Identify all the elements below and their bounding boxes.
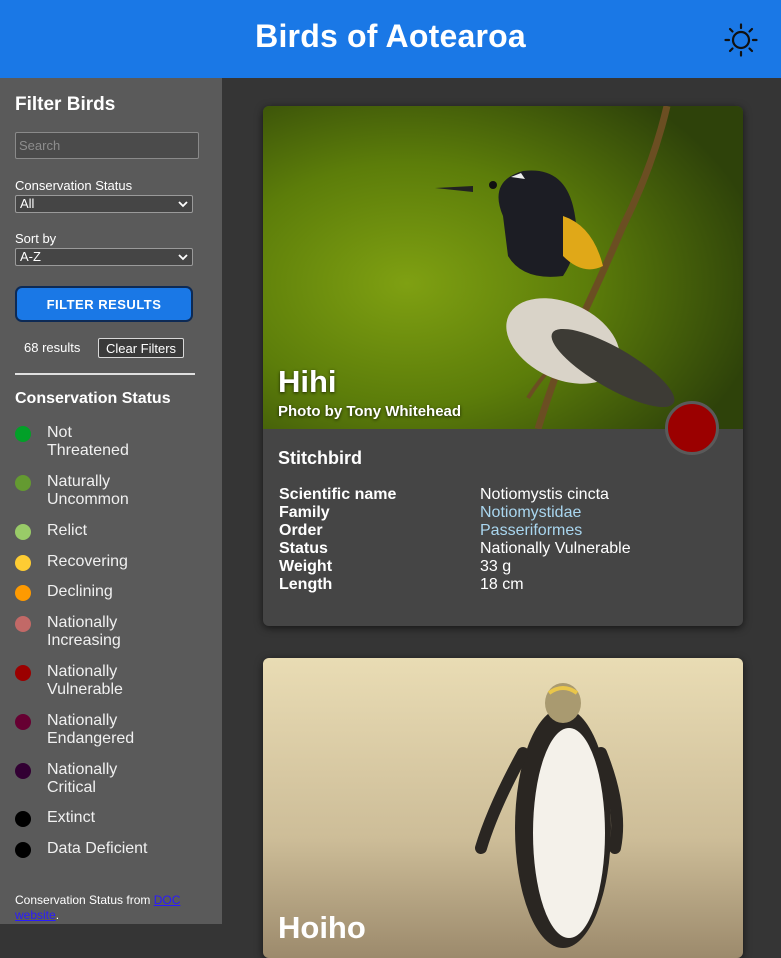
status-dot xyxy=(15,842,31,858)
sort-by-value: A-Z xyxy=(20,249,41,264)
conservation-status-value: All xyxy=(20,196,35,211)
fact-row: Scientific name Notiomystis cincta xyxy=(278,486,728,504)
legend-item-not-threatened: Not Threatened xyxy=(15,424,215,464)
status-dot xyxy=(15,585,31,601)
status-dot xyxy=(15,426,31,442)
family-link[interactable]: Notiomystidae xyxy=(480,504,581,522)
bird-card: Hihi Photo by Tony Whitehead Stitchbird … xyxy=(263,106,743,626)
legend-label: Not Threatened xyxy=(47,424,129,459)
chevron-down-icon xyxy=(178,201,188,208)
conservation-status-select[interactable]: All xyxy=(15,195,193,213)
status-dot xyxy=(15,714,31,730)
legend-label: Nationally Vulnerable xyxy=(47,663,123,698)
status-dot xyxy=(15,811,31,827)
fact-label: Status xyxy=(279,540,328,557)
search-input[interactable] xyxy=(15,132,199,159)
legend-label: Relict xyxy=(47,522,88,539)
legend-title: Conservation Status xyxy=(15,390,171,407)
status-dot xyxy=(15,524,31,540)
fact-row: Length 18 cm xyxy=(278,576,728,594)
legend-label: Data Deficient xyxy=(47,840,148,857)
fact-label: Length xyxy=(279,576,333,593)
legend-label: Extinct xyxy=(47,809,96,826)
bird-card: Hoiho xyxy=(263,658,743,958)
status-badge xyxy=(665,401,719,455)
conservation-source-note: Conservation Status from DOC website. xyxy=(15,893,210,923)
sun-icon xyxy=(724,23,758,57)
fact-label: Scientific name xyxy=(279,486,397,503)
app-title: Birds of Aotearoa xyxy=(255,18,526,54)
status-dot xyxy=(15,616,31,632)
fact-value: Notiomystis cincta xyxy=(480,486,609,503)
status-dot xyxy=(15,475,31,491)
fact-value: Nationally Vulnerable xyxy=(480,540,631,557)
fact-value: 18 cm xyxy=(480,576,524,593)
bird-primary-name: Hoiho xyxy=(278,910,366,945)
legend-label: Nationally Endangered xyxy=(47,712,135,747)
status-dot xyxy=(15,763,31,779)
legend-item-nationally-critical: Nationally Critical xyxy=(15,761,215,801)
fact-row: Family Notiomystidae xyxy=(278,504,728,522)
bird-primary-name: Hihi xyxy=(278,364,337,399)
status-dot xyxy=(15,665,31,681)
legend-label: Naturally Uncommon xyxy=(47,473,129,508)
legend-item-naturally-uncommon: Naturally Uncommon xyxy=(15,473,215,513)
legend-label: Nationally Increasing xyxy=(47,614,121,649)
results-count: 68 results xyxy=(24,340,81,355)
app-header: Birds of Aotearoa xyxy=(0,0,781,78)
legend-item-nationally-endangered: Nationally Endangered xyxy=(15,712,215,752)
source-note-suffix: . xyxy=(55,908,60,922)
sort-by-label: Sort by xyxy=(15,231,57,246)
fact-row: Order Passeriformes xyxy=(278,522,728,540)
legend-label: Recovering xyxy=(47,553,128,570)
chevron-down-icon xyxy=(178,254,188,261)
photo-credit: Photo by Tony Whitehead xyxy=(278,403,462,420)
legend-label: Declining xyxy=(47,583,113,600)
fact-label: Order xyxy=(279,522,323,539)
sort-by-select[interactable]: A-Z xyxy=(15,248,193,266)
sidebar-heading: Filter Birds xyxy=(15,94,116,115)
legend-label: Nationally Critical xyxy=(47,761,118,796)
fact-row: Weight 33 g xyxy=(278,558,728,576)
source-note-text: Conservation Status from xyxy=(15,893,154,907)
clear-filters-button[interactable]: Clear Filters xyxy=(98,338,184,358)
filter-results-button[interactable]: FILTER RESULTS xyxy=(15,286,193,322)
bird-english-name: Stitchbird xyxy=(278,448,362,468)
filter-sidebar: Filter Birds Conservation Status All Sor… xyxy=(0,78,222,924)
theme-toggle-button[interactable] xyxy=(722,21,760,59)
legend-item-data-deficient: Data Deficient xyxy=(15,840,215,880)
fact-row: Status Nationally Vulnerable xyxy=(278,540,728,558)
bird-facts: Scientific name Notiomystis cincta Famil… xyxy=(278,486,728,594)
status-dot xyxy=(15,555,31,571)
fact-label: Weight xyxy=(279,558,333,575)
fact-label: Family xyxy=(279,504,330,521)
order-link[interactable]: Passeriformes xyxy=(480,522,582,540)
legend-item-nationally-increasing: Nationally Increasing xyxy=(15,614,215,654)
conservation-status-label: Conservation Status xyxy=(15,178,133,193)
fact-value: 33 g xyxy=(480,558,512,575)
legend-item-nationally-vulnerable: Nationally Vulnerable xyxy=(15,663,215,703)
sidebar-divider xyxy=(15,373,195,375)
